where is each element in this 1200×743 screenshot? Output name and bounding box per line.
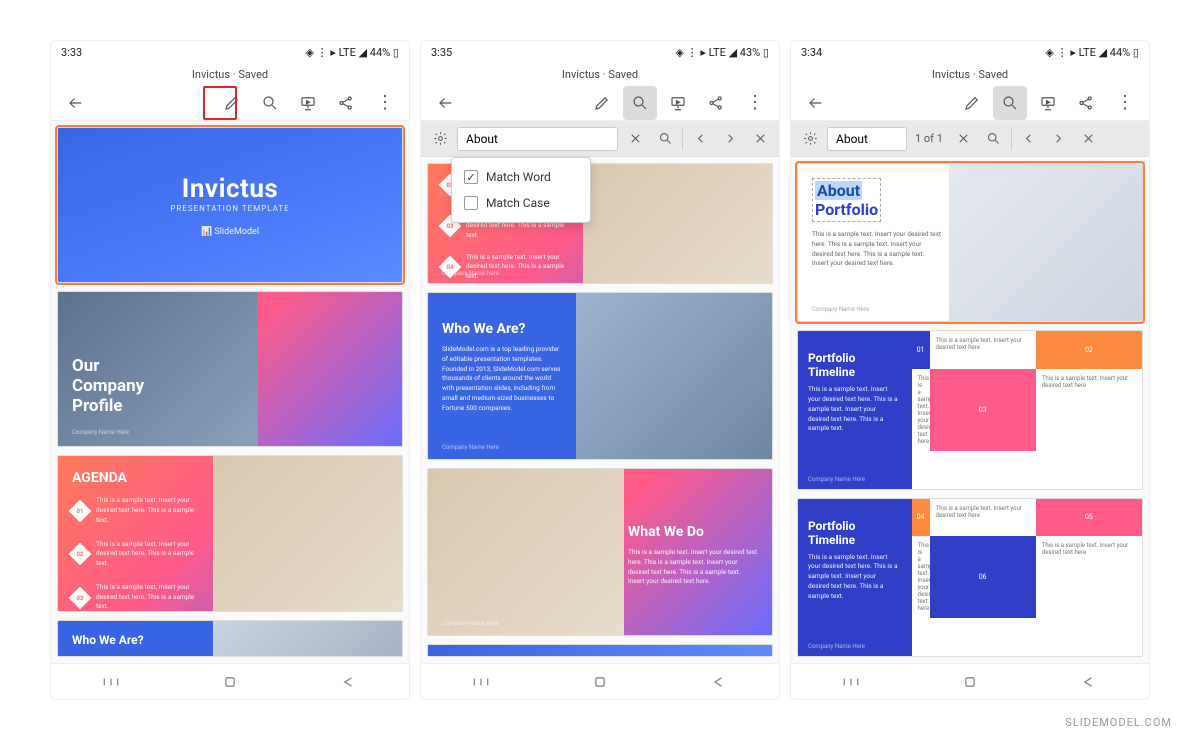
slide-thumbnail[interactable]: Portfolio Timeline This is a sample text… — [797, 330, 1143, 489]
stage: 3:33 ◈ ⋮ ▸ LTE ◢ 44% ▯ Invictus · Saved — [50, 40, 1150, 700]
checkbox-unchecked-icon[interactable] — [464, 196, 478, 210]
search-icon[interactable] — [623, 86, 657, 120]
close-search-icon[interactable] — [747, 126, 773, 152]
search-icon[interactable] — [993, 86, 1027, 120]
share-icon[interactable] — [699, 86, 733, 120]
slides-canvas[interactable]: Slide 12 of 16 About Portfolio This is a… — [791, 157, 1149, 663]
slides-canvas[interactable]: 02This is a sample text. Insert your des… — [421, 157, 779, 663]
prev-result-icon[interactable] — [687, 126, 713, 152]
slide-thumbnail[interactable]: Who We Are? — [57, 620, 403, 657]
slide-thumbnail[interactable]: Invictus PRESENTATION TEMPLATE 📊 SlideMo… — [57, 127, 403, 283]
status-bar: 3:34 ◈ ⋮ ▸ LTE ◢ 44% ▯ — [791, 41, 1149, 63]
search-bar: About 1 of 1 — [791, 121, 1149, 157]
search-input[interactable]: About — [827, 127, 907, 151]
search-icon[interactable] — [253, 86, 287, 120]
overflow-menu-icon[interactable]: ⋮ — [737, 86, 771, 120]
overflow-menu-icon[interactable]: ⋮ — [1107, 86, 1141, 120]
present-icon[interactable] — [291, 86, 325, 120]
match-word-label: Match Word — [486, 170, 551, 184]
next-result-icon[interactable] — [717, 126, 743, 152]
close-search-icon[interactable] — [1076, 126, 1102, 152]
slide-thumbnail[interactable]: Our Company Profile Company Name Here — [57, 291, 403, 447]
checkbox-checked-icon[interactable] — [464, 170, 478, 184]
slide-thumbnail[interactable]: About Portfolio This is a sample text. I… — [797, 163, 1143, 322]
edit-icon[interactable] — [215, 86, 249, 120]
recent-apps-button[interactable] — [91, 670, 131, 694]
clear-search-icon[interactable] — [951, 126, 977, 152]
phone-screenshot-2: 3:35 ◈ ⋮ ▸ LTE ◢ 43% ▯ Invictus · Saved … — [420, 40, 780, 700]
slide-subtitle: PRESENTATION TEMPLATE — [170, 204, 289, 213]
toolbar: ⋮ — [791, 85, 1149, 121]
phone-screenshot-1: 3:33 ◈ ⋮ ▸ LTE ◢ 44% ▯ Invictus · Saved — [50, 40, 410, 700]
next-result-icon[interactable] — [1046, 126, 1072, 152]
android-nav-bar — [421, 663, 779, 699]
search-input[interactable]: About — [457, 127, 618, 151]
status-bar: 3:33 ◈ ⋮ ▸ LTE ◢ 44% ▯ — [51, 41, 409, 63]
slide-thumbnail[interactable] — [427, 644, 773, 657]
android-nav-bar — [791, 663, 1149, 699]
search-settings-icon[interactable] — [797, 126, 823, 152]
slide-thumbnail[interactable]: What We Do This is a sample text. Insert… — [427, 468, 773, 636]
status-indicators: ◈ ⋮ ▸ LTE ◢ 43% ▯ — [675, 46, 769, 59]
back-button[interactable] — [59, 86, 93, 120]
phone-screenshot-3: 3:34 ◈ ⋮ ▸ LTE ◢ 44% ▯ Invictus · Saved … — [790, 40, 1150, 700]
status-time: 3:33 — [61, 46, 82, 59]
home-button[interactable] — [210, 670, 250, 694]
share-icon[interactable] — [329, 86, 363, 120]
match-case-label: Match Case — [486, 196, 550, 210]
edit-icon[interactable] — [585, 86, 619, 120]
search-submit-icon[interactable] — [652, 126, 678, 152]
search-result-count: 1 of 1 — [911, 132, 947, 145]
prev-result-icon[interactable] — [1016, 126, 1042, 152]
match-case-option[interactable]: Match Case — [452, 190, 590, 216]
home-button[interactable] — [950, 670, 990, 694]
slide-thumbnail[interactable]: AGENDA 01This is a sample text. Insert y… — [57, 455, 403, 611]
back-button[interactable] — [799, 86, 833, 120]
share-icon[interactable] — [1069, 86, 1103, 120]
present-icon[interactable] — [1031, 86, 1065, 120]
slide-thumbnail[interactable]: Portfolio Timeline This is a sample text… — [797, 498, 1143, 657]
status-bar: 3:35 ◈ ⋮ ▸ LTE ◢ 43% ▯ — [421, 41, 779, 63]
recent-apps-button[interactable] — [461, 670, 501, 694]
search-match-highlight: About — [815, 181, 862, 200]
slides-canvas[interactable]: Invictus PRESENTATION TEMPLATE 📊 SlideMo… — [51, 121, 409, 663]
overflow-menu-icon[interactable]: ⋮ — [367, 86, 401, 120]
document-title: Invictus · Saved — [791, 63, 1149, 85]
toolbar: ⋮ — [421, 85, 779, 121]
status-indicators: ◈ ⋮ ▸ LTE ◢ 44% ▯ — [305, 46, 399, 59]
toolbar: ⋮ — [51, 85, 409, 121]
search-submit-icon[interactable] — [981, 126, 1007, 152]
watermark: SLIDEMODEL.COM — [1065, 716, 1172, 729]
match-word-option[interactable]: Match Word — [452, 164, 590, 190]
android-nav-bar — [51, 663, 409, 699]
status-time: 3:34 — [801, 46, 822, 59]
document-title: Invictus · Saved — [51, 63, 409, 85]
search-settings-icon[interactable] — [427, 126, 453, 152]
status-indicators: ◈ ⋮ ▸ LTE ◢ 44% ▯ — [1045, 46, 1139, 59]
slide-title: Invictus — [182, 174, 279, 204]
search-options-dropdown: Match Word Match Case — [451, 157, 591, 223]
clear-search-icon[interactable] — [622, 126, 648, 152]
present-icon[interactable] — [661, 86, 695, 120]
back-nav-button[interactable] — [1069, 670, 1109, 694]
recent-apps-button[interactable] — [831, 670, 871, 694]
back-nav-button[interactable] — [699, 670, 739, 694]
back-nav-button[interactable] — [329, 670, 369, 694]
document-title: Invictus · Saved — [421, 63, 779, 85]
slide-thumbnail[interactable]: Who We Are? SlideModel.com is a top lead… — [427, 292, 773, 460]
home-button[interactable] — [580, 670, 620, 694]
status-time: 3:35 — [431, 46, 452, 59]
slide-logo: 📊 SlideModel — [201, 227, 259, 237]
edit-icon[interactable] — [955, 86, 989, 120]
back-button[interactable] — [429, 86, 463, 120]
search-bar: About Match Word Match Case — [421, 121, 779, 157]
